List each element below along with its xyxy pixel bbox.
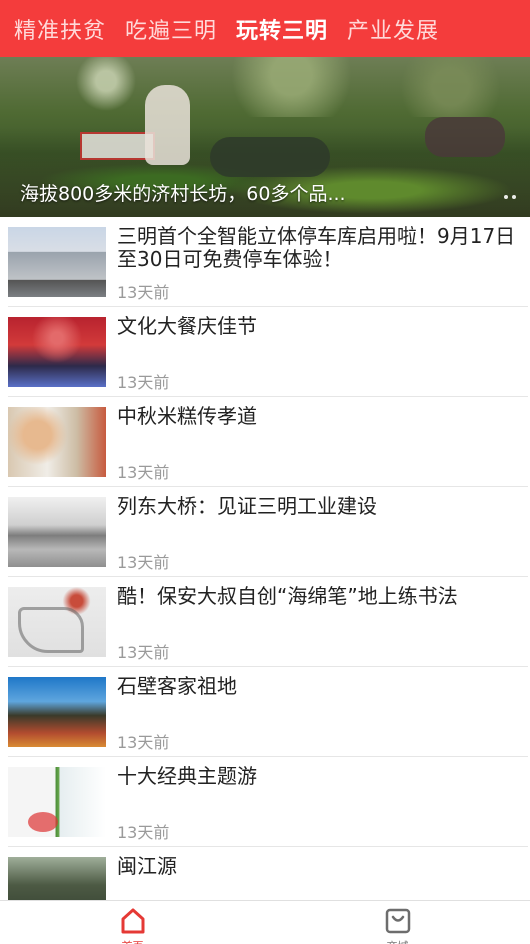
article-title: 十大经典主题游 <box>117 765 257 788</box>
article-title: 酷！保安大叔自创“海绵笔”地上练书法 <box>117 585 458 608</box>
category-tab-bar: 精准扶贫 吃遍三明 玩转三明 产业发展 <box>0 0 530 57</box>
carousel-indicator <box>504 195 516 199</box>
article-thumbnail <box>8 677 106 747</box>
article-title: 文化大餐庆佳节 <box>117 315 257 338</box>
list-item[interactable]: 中秋米糕传孝道 13天前 <box>8 397 528 487</box>
carousel-dot <box>504 195 508 199</box>
tab-wanzhuan-sanming[interactable]: 玩转三明 <box>236 13 328 45</box>
banner-caption: 海拔800多米的济村长坊，60多个品... <box>20 183 346 205</box>
tab-jingzhun-fupin[interactable]: 精准扶贫 <box>14 13 106 45</box>
tab-chanye-fazhan[interactable]: 产业发展 <box>347 13 439 45</box>
list-item[interactable]: 十大经典主题游 13天前 <box>8 757 528 847</box>
article-thumbnail <box>8 857 106 900</box>
article-thumbnail <box>8 497 106 567</box>
article-title: 石壁客家祖地 <box>117 675 237 698</box>
article-title: 中秋米糕传孝道 <box>117 405 257 428</box>
article-time: 13天前 <box>117 823 170 842</box>
bottom-navigation: 首页 商城 <box>0 900 530 944</box>
article-list: 三明首个全智能立体停车库启用啦！9月17日至30日可免费停车体验！ 13天前 文… <box>0 217 530 900</box>
nav-home[interactable]: 首页 <box>0 901 265 944</box>
article-thumbnail <box>8 227 106 297</box>
article-time: 13天前 <box>117 373 170 392</box>
article-title: 闽江源 <box>117 855 177 878</box>
article-title: 三明首个全智能立体停车库启用啦！9月17日至30日可免费停车体验！ <box>117 225 516 271</box>
nav-home-label: 首页 <box>0 938 265 944</box>
article-thumbnail <box>8 407 106 477</box>
list-item[interactable]: 酷！保安大叔自创“海绵笔”地上练书法 13天前 <box>8 577 528 667</box>
article-thumbnail <box>8 767 106 837</box>
nav-shop[interactable]: 商城 <box>265 901 530 944</box>
list-item[interactable]: 石壁客家祖地 13天前 <box>8 667 528 757</box>
nav-shop-label: 商城 <box>265 938 530 944</box>
article-time: 13天前 <box>117 283 170 302</box>
list-item[interactable]: 文化大餐庆佳节 13天前 <box>8 307 528 397</box>
article-time: 13天前 <box>117 553 170 572</box>
list-item[interactable]: 三明首个全智能立体停车库启用啦！9月17日至30日可免费停车体验！ 13天前 <box>8 217 528 307</box>
article-title: 列东大桥：见证三明工业建设 <box>117 495 377 518</box>
shopping-bag-icon <box>385 908 410 934</box>
home-icon <box>121 908 144 934</box>
list-item[interactable]: 列东大桥：见证三明工业建设 13天前 <box>8 487 528 577</box>
article-time: 13天前 <box>117 643 170 662</box>
list-item[interactable]: 闽江源 <box>8 847 528 900</box>
article-thumbnail <box>8 317 106 387</box>
article-thumbnail <box>8 587 106 657</box>
article-time: 13天前 <box>117 463 170 482</box>
article-time: 13天前 <box>117 733 170 752</box>
banner-image <box>0 57 530 117</box>
carousel-dot <box>512 195 516 199</box>
banner-carousel[interactable]: 海拔800多米的济村长坊，60多个品... <box>0 57 530 217</box>
tab-chibian-sanming[interactable]: 吃遍三明 <box>125 13 217 45</box>
